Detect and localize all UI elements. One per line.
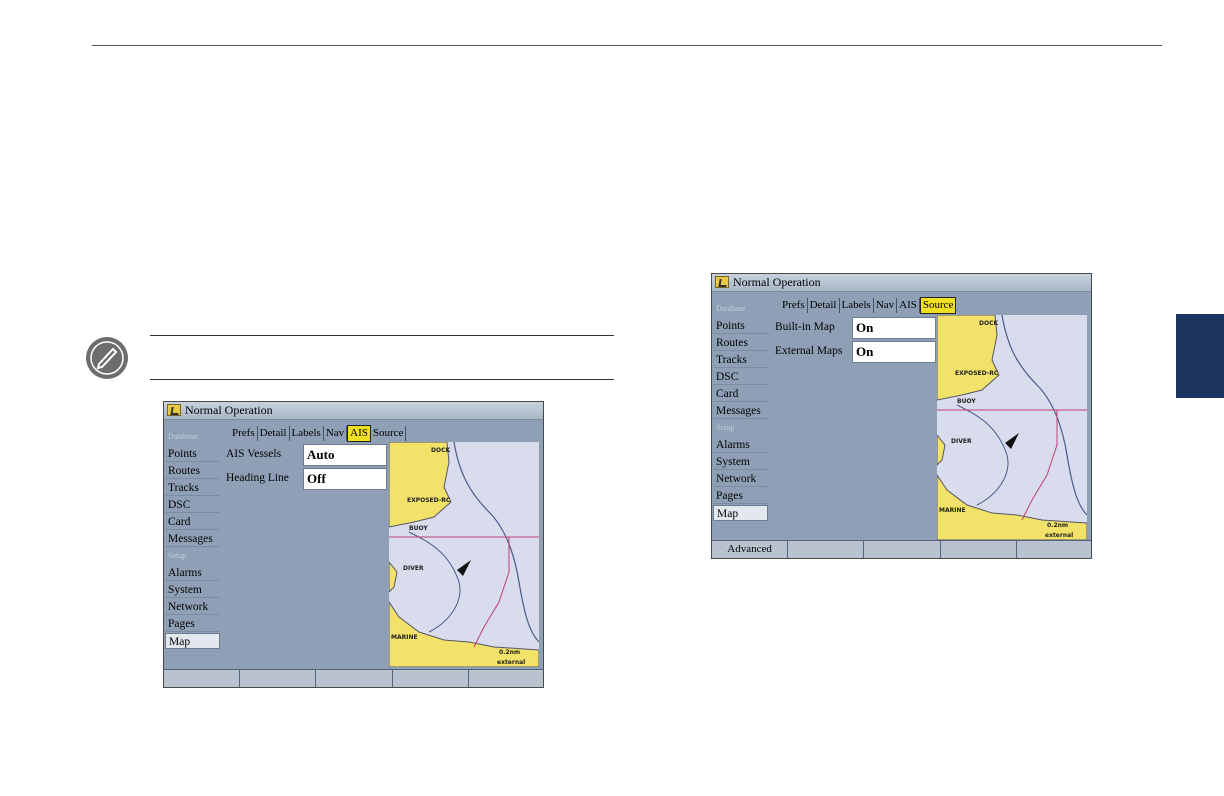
window-title: Normal Operation bbox=[185, 403, 273, 417]
menu-item-dsc[interactable]: DSC bbox=[713, 369, 768, 385]
tab-labels[interactable]: Labels bbox=[290, 426, 324, 441]
menu-item-dsc[interactable]: DSC bbox=[165, 497, 220, 513]
tab-detail[interactable]: Detail bbox=[258, 426, 290, 441]
tab-detail[interactable]: Detail bbox=[808, 298, 840, 313]
softkey-4[interactable] bbox=[393, 670, 469, 687]
built-in-map-field[interactable]: On bbox=[852, 317, 936, 339]
tab-ais[interactable]: AIS bbox=[347, 425, 371, 442]
tab-prefs[interactable]: Prefs bbox=[230, 426, 258, 441]
menu-item-system[interactable]: System bbox=[165, 582, 220, 598]
softkey-4[interactable] bbox=[941, 541, 1017, 558]
option-label-built-in-map: Built-in Map bbox=[775, 321, 835, 333]
page-top-rule bbox=[92, 45, 1162, 46]
gps-screen-source: Normal Operation Database Points Routes Tra… bbox=[711, 273, 1092, 559]
map-label-source: external bbox=[497, 659, 525, 666]
menu-item-routes[interactable]: Routes bbox=[165, 463, 220, 479]
tab-source[interactable]: Source bbox=[919, 297, 957, 314]
tab-source[interactable]: Source bbox=[371, 426, 407, 441]
tab-nav[interactable]: Nav bbox=[324, 426, 348, 441]
option-label-ais-vessels: AIS Vessels bbox=[226, 448, 282, 460]
map-label-exposed: EXPOSED-RC bbox=[407, 497, 451, 504]
menu-section-database: Database bbox=[716, 304, 746, 313]
tab-labels[interactable]: Labels bbox=[840, 298, 874, 313]
ais-vessels-field[interactable]: Auto bbox=[303, 444, 387, 466]
note-bottom-rule bbox=[150, 379, 614, 380]
side-menu: Database Points Routes Tracks DSC Card Message… bbox=[165, 421, 220, 669]
map-preview: DOCK EXPOSED-RC BUOY DIVER MARINE 0.2nm extern… bbox=[937, 315, 1087, 540]
title-bar: Normal Operation bbox=[712, 274, 1091, 292]
menu-item-card[interactable]: Card bbox=[165, 514, 220, 530]
map-label-scale: 0.2nm bbox=[1047, 522, 1068, 529]
option-label-external-maps: External Maps bbox=[775, 345, 843, 357]
map-label-dock: DOCK bbox=[979, 320, 998, 327]
heading-line-field[interactable]: Off bbox=[303, 468, 387, 490]
menu-item-card[interactable]: Card bbox=[713, 386, 768, 402]
softkey-2[interactable] bbox=[788, 541, 865, 558]
menu-item-network[interactable]: Network bbox=[713, 471, 768, 487]
map-label-buoy: BUOY bbox=[409, 525, 428, 532]
menu-item-map[interactable]: Map bbox=[713, 505, 768, 521]
menu-item-messages[interactable]: Messages bbox=[165, 531, 220, 547]
map-label-marine: MARINE bbox=[939, 507, 966, 514]
map-label-diver: DIVER bbox=[951, 438, 972, 445]
softkey-1[interactable] bbox=[164, 670, 241, 687]
gps-screen-ais: Normal Operation Database Points Routes Tra… bbox=[163, 401, 544, 688]
note-icon bbox=[86, 337, 128, 379]
softkey-5[interactable] bbox=[1017, 541, 1091, 558]
note-top-rule bbox=[150, 335, 614, 336]
map-label-buoy: BUOY bbox=[957, 398, 976, 405]
softkey-1[interactable]: Advanced bbox=[712, 541, 789, 558]
menu-item-system[interactable]: System bbox=[713, 454, 768, 470]
option-label-heading-line: Heading Line bbox=[226, 472, 289, 484]
tab-prefs[interactable]: Prefs bbox=[780, 298, 808, 313]
section-tab bbox=[1176, 314, 1224, 398]
menu-section-setup: Setup bbox=[716, 423, 735, 432]
window-title: Normal Operation bbox=[733, 275, 821, 289]
menu-item-map[interactable]: Map bbox=[165, 633, 220, 649]
menu-item-pages[interactable]: Pages bbox=[713, 488, 768, 504]
menu-section-setup: Setup bbox=[168, 551, 187, 560]
menu-item-tracks[interactable]: Tracks bbox=[165, 480, 220, 496]
map-label-scale: 0.2nm bbox=[499, 649, 520, 656]
softkey-bar: Advanced bbox=[712, 540, 1091, 558]
external-maps-field[interactable]: On bbox=[852, 341, 936, 363]
menu-item-points[interactable]: Points bbox=[165, 446, 220, 462]
side-menu: Database Points Routes Tracks DSC Card Message… bbox=[713, 293, 768, 540]
menu-item-network[interactable]: Network bbox=[165, 599, 220, 615]
softkey-bar bbox=[164, 669, 543, 687]
softkey-3[interactable] bbox=[864, 541, 941, 558]
app-icon bbox=[715, 276, 729, 288]
softkey-5[interactable] bbox=[469, 670, 543, 687]
menu-item-routes[interactable]: Routes bbox=[713, 335, 768, 351]
map-label-exposed: EXPOSED-RC bbox=[955, 370, 999, 377]
map-label-diver: DIVER bbox=[403, 565, 424, 572]
menu-section-database: Database bbox=[168, 432, 198, 441]
map-label-dock: DOCK bbox=[431, 447, 450, 454]
menu-item-points[interactable]: Points bbox=[713, 318, 768, 334]
map-label-marine: MARINE bbox=[391, 634, 418, 641]
menu-item-alarms[interactable]: Alarms bbox=[713, 437, 768, 453]
app-icon bbox=[167, 404, 181, 416]
menu-item-pages[interactable]: Pages bbox=[165, 616, 220, 632]
tab-ais[interactable]: AIS bbox=[897, 298, 920, 313]
tab-bar: Prefs Detail Labels Nav AIS Source bbox=[780, 297, 957, 314]
menu-item-messages[interactable]: Messages bbox=[713, 403, 768, 419]
map-label-source: external bbox=[1045, 532, 1073, 539]
menu-item-alarms[interactable]: Alarms bbox=[165, 565, 220, 581]
tab-nav[interactable]: Nav bbox=[874, 298, 898, 313]
tab-bar: Prefs Detail Labels Nav AIS Source bbox=[230, 425, 407, 442]
map-preview: DOCK EXPOSED-RC BUOY DIVER MARINE 0.2nm extern… bbox=[389, 442, 539, 667]
softkey-3[interactable] bbox=[316, 670, 393, 687]
title-bar: Normal Operation bbox=[164, 402, 543, 420]
softkey-2[interactable] bbox=[240, 670, 317, 687]
menu-item-tracks[interactable]: Tracks bbox=[713, 352, 768, 368]
